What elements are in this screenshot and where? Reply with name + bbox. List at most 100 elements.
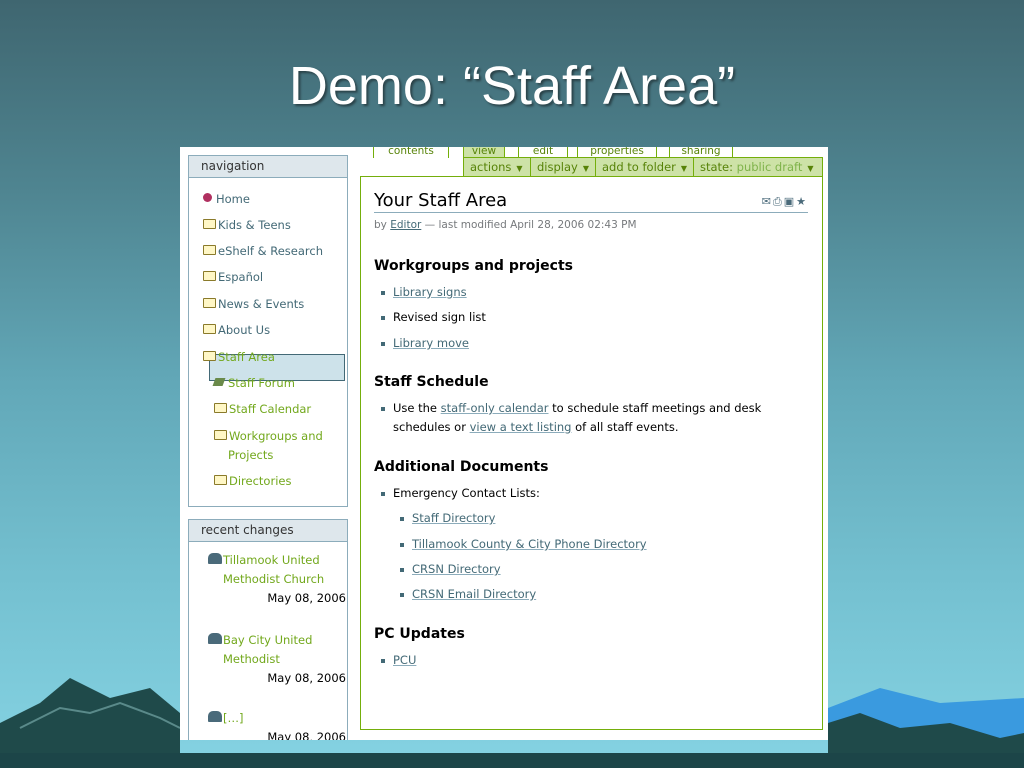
nav-label: News & Events: [218, 297, 305, 311]
byline-suffix: — last modified April 28, 2006 02:43 PM: [424, 219, 637, 231]
nav-label: eShelf & Research: [218, 244, 324, 258]
tab-contents[interactable]: contents: [373, 147, 449, 158]
link-library-signs[interactable]: Library signs: [393, 285, 467, 299]
list-item[interactable]: PCU: [380, 651, 416, 670]
nav-label: Español: [218, 270, 264, 284]
nav-item-staff-area[interactable]: Staff Area: [203, 350, 275, 364]
section-heading-additional: Additional Documents: [374, 459, 549, 475]
nav-item-home[interactable]: Home: [203, 192, 250, 206]
favorite-icon[interactable]: ★: [796, 195, 808, 208]
forum-icon: [212, 377, 226, 386]
folder-icon: [203, 218, 216, 229]
change-date: May 08, 2006: [267, 591, 346, 605]
nav-label: Directories: [229, 474, 292, 488]
list-item[interactable]: Tillamook County & City Phone Directory: [400, 535, 647, 554]
section-heading-workgroups: Workgroups and projects: [374, 258, 573, 274]
list-item[interactable]: CRSN Email Directory: [399, 585, 536, 604]
folder-icon: [214, 402, 227, 413]
list-item: Emergency Contact Lists:: [381, 484, 540, 503]
list-item[interactable]: Staff Directory: [399, 509, 495, 528]
folder-icon: [203, 350, 216, 361]
schedule-text: of all staff events.: [575, 420, 679, 434]
nav-item-workgroups[interactable]: Workgroups and: [214, 429, 323, 443]
nav-label: Staff Forum: [228, 376, 295, 390]
schedule-text: to schedule staff meetings and desk: [552, 401, 762, 415]
nav-label: Staff Calendar: [229, 402, 312, 416]
document-actions: ✉⎙▣★: [762, 195, 808, 209]
list-item: Use the staff-only calendar to schedule …: [381, 399, 803, 437]
folder-icon: [203, 297, 216, 308]
people-icon: [208, 553, 222, 564]
print-icon[interactable]: ⎙: [773, 195, 784, 208]
change-title[interactable]: Bay City United: [223, 633, 312, 647]
navigation-header: navigation: [189, 156, 347, 178]
mail-icon[interactable]: ✉: [762, 195, 773, 208]
folder-icon: [214, 474, 227, 485]
byline-prefix: by: [374, 219, 387, 231]
change-date: May 08, 2006: [267, 730, 346, 740]
recent-change-item[interactable]: Bay City United Methodist May 08, 2006: [208, 631, 346, 688]
link-crsn-email-directory[interactable]: CRSN Email Directory: [412, 587, 536, 601]
chevron-down-icon: ▼: [807, 164, 814, 173]
slide-title: Demo: “Staff Area”: [288, 56, 736, 116]
schedule-text: schedules or: [393, 420, 466, 434]
home-icon: [203, 193, 212, 202]
recent-change-item[interactable]: […] May 08, 2006: [208, 709, 346, 740]
list-item[interactable]: Library move: [381, 334, 469, 353]
state-menu[interactable]: state: public draft ▼: [694, 158, 822, 176]
link-phone-directory[interactable]: Tillamook County & City Phone Directory: [412, 537, 647, 551]
add-to-folder-menu[interactable]: add to folder ▼: [596, 158, 694, 176]
change-title[interactable]: […]: [223, 711, 243, 725]
folder-icon: [203, 270, 216, 281]
link-staff-directory[interactable]: Staff Directory: [412, 511, 495, 525]
change-title-line2[interactable]: Methodist: [208, 650, 346, 669]
recent-changes-portlet: recent changes Tillamook United Methodis…: [188, 519, 348, 740]
chevron-down-icon: ▼: [582, 164, 589, 173]
nav-item-eshelf[interactable]: eShelf & Research: [203, 244, 323, 258]
byline: by Editor — last modified April 28, 2006…: [374, 219, 637, 231]
nav-item-workgroups-line2[interactable]: Projects: [228, 448, 273, 462]
add-to-folder-label: add to folder: [602, 160, 676, 174]
actions-label: actions: [470, 160, 512, 174]
chevron-down-icon: ▼: [516, 164, 523, 173]
folder-icon: [214, 429, 227, 440]
nav-item-staff-forum[interactable]: Staff Forum: [212, 376, 295, 390]
fullscreen-icon[interactable]: ▣: [784, 195, 796, 208]
display-menu[interactable]: display ▼: [531, 158, 596, 176]
nav-label: Staff Area: [218, 350, 275, 364]
nav-label: Workgroups and: [229, 429, 323, 443]
recent-change-item[interactable]: Tillamook United Methodist Church May 08…: [208, 551, 346, 608]
link-crsn-directory[interactable]: CRSN Directory: [412, 562, 501, 576]
author-link[interactable]: Editor: [390, 219, 421, 231]
chevron-down-icon: ▼: [680, 164, 688, 173]
link-pcu[interactable]: PCU: [393, 653, 416, 667]
nav-item-staff-calendar[interactable]: Staff Calendar: [214, 402, 311, 416]
content-area: Your Staff Area ✉⎙▣★ by Editor — last mo…: [360, 176, 823, 730]
link-text-listing[interactable]: view a text listing: [470, 420, 572, 434]
navigation-portlet: navigation Home Kids & Teens eShelf & Re…: [188, 155, 348, 507]
list-item[interactable]: CRSN Directory: [400, 560, 501, 579]
display-label: display: [537, 160, 578, 174]
list-item: Revised sign list: [381, 308, 486, 327]
list-item[interactable]: Library signs: [381, 283, 467, 302]
nav-item-kids-teens[interactable]: Kids & Teens: [203, 218, 291, 232]
change-title-line2[interactable]: Methodist Church: [208, 570, 346, 589]
link-staff-calendar[interactable]: staff-only calendar: [441, 401, 549, 415]
change-date: May 08, 2006: [267, 671, 346, 685]
change-title[interactable]: Tillamook United: [223, 553, 320, 567]
nav-label: Projects: [228, 448, 274, 462]
nav-label: Home: [216, 192, 250, 206]
nav-item-espanol[interactable]: Español: [203, 270, 263, 284]
browser-screenshot: navigation Home Kids & Teens eShelf & Re…: [180, 147, 828, 740]
link-library-move[interactable]: Library move: [393, 336, 469, 350]
folder-icon: [203, 323, 216, 334]
nav-item-news-events[interactable]: News & Events: [203, 297, 304, 311]
nav-item-directories[interactable]: Directories: [214, 474, 291, 488]
people-icon: [208, 633, 222, 644]
nav-label: About Us: [218, 323, 271, 337]
nav-item-about-us[interactable]: About Us: [203, 323, 270, 337]
folder-icon: [203, 244, 216, 255]
section-heading-schedule: Staff Schedule: [374, 374, 489, 390]
document-title-row: Your Staff Area ✉⎙▣★: [374, 190, 808, 213]
actions-menu[interactable]: actions ▼: [464, 158, 531, 176]
